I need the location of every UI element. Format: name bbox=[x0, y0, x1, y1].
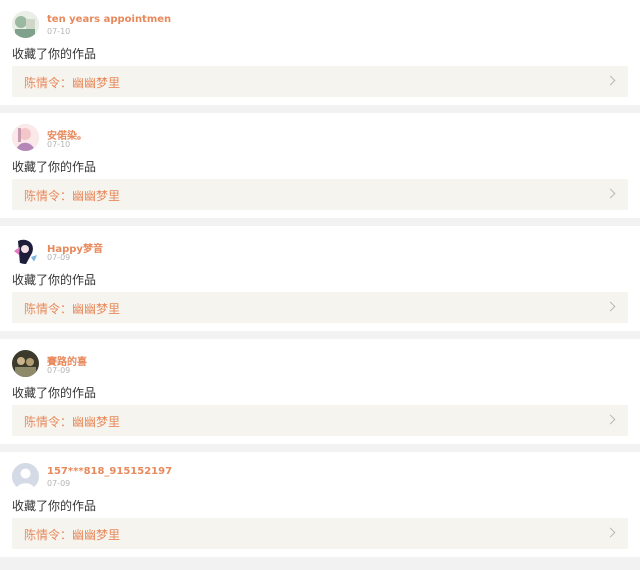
work-title: 陈情令：幽幽梦里 bbox=[24, 76, 121, 90]
work-title: 陈情令：幽幽梦里 bbox=[24, 189, 121, 203]
avatar[interactable] bbox=[12, 350, 39, 377]
work-link[interactable]: 陈情令：幽幽梦里 bbox=[12, 292, 628, 323]
default-avatar-icon bbox=[12, 463, 39, 490]
avatar-photo-icon bbox=[12, 350, 39, 377]
work-link[interactable]: 陈情令：幽幽梦里 bbox=[12, 405, 628, 436]
notification-card: ten years appointmen 07-10 收藏了你的作品 陈情令：幽… bbox=[0, 0, 640, 105]
work-link[interactable]: 陈情令：幽幽梦里 bbox=[12, 518, 628, 549]
chevron-right-icon bbox=[605, 75, 616, 86]
avatar[interactable] bbox=[12, 463, 39, 490]
action-text: 收藏了你的作品 bbox=[12, 47, 97, 61]
notification-card: 157***818_915152197 07-09 收藏了你的作品 陈情令：幽幽… bbox=[0, 452, 640, 557]
work-title: 陈情令：幽幽梦里 bbox=[24, 415, 121, 429]
timestamp: 07-10 bbox=[47, 140, 71, 149]
avatar-photo-icon bbox=[12, 11, 39, 38]
chevron-right-icon bbox=[605, 301, 616, 312]
action-text: 收藏了你的作品 bbox=[12, 499, 97, 513]
avatar[interactable] bbox=[12, 237, 39, 264]
chevron-right-icon bbox=[605, 527, 616, 538]
timestamp: 07-09 bbox=[47, 479, 71, 488]
timestamp: 07-09 bbox=[47, 253, 71, 262]
avatar-photo-icon bbox=[12, 124, 39, 151]
action-text: 收藏了你的作品 bbox=[12, 273, 97, 287]
notification-feed: ten years appointmen 07-10 收藏了你的作品 陈情令：幽… bbox=[0, 0, 640, 557]
chevron-right-icon bbox=[605, 188, 616, 199]
avatar[interactable] bbox=[12, 11, 39, 38]
notification-card: Happy梦音 07-09 收藏了你的作品 陈情令：幽幽梦里 bbox=[0, 226, 640, 331]
timestamp: 07-10 bbox=[47, 27, 71, 36]
work-title: 陈情令：幽幽梦里 bbox=[24, 302, 121, 316]
work-link[interactable]: 陈情令：幽幽梦里 bbox=[12, 179, 628, 210]
timestamp: 07-09 bbox=[47, 366, 71, 375]
work-title: 陈情令：幽幽梦里 bbox=[24, 528, 121, 542]
work-link[interactable]: 陈情令：幽幽梦里 bbox=[12, 66, 628, 97]
chevron-right-icon bbox=[605, 414, 616, 425]
username[interactable]: 157***818_915152197 bbox=[47, 466, 172, 477]
action-text: 收藏了你的作品 bbox=[12, 160, 97, 174]
notification-card: 安偌染。 07-10 收藏了你的作品 陈情令：幽幽梦里 bbox=[0, 113, 640, 218]
username[interactable]: ten years appointmen bbox=[47, 14, 171, 25]
avatar[interactable] bbox=[12, 124, 39, 151]
notification-card: 賽路的喜 07-09 收藏了你的作品 陈情令：幽幽梦里 bbox=[0, 339, 640, 444]
action-text: 收藏了你的作品 bbox=[12, 386, 97, 400]
avatar-anime-icon bbox=[12, 237, 39, 264]
